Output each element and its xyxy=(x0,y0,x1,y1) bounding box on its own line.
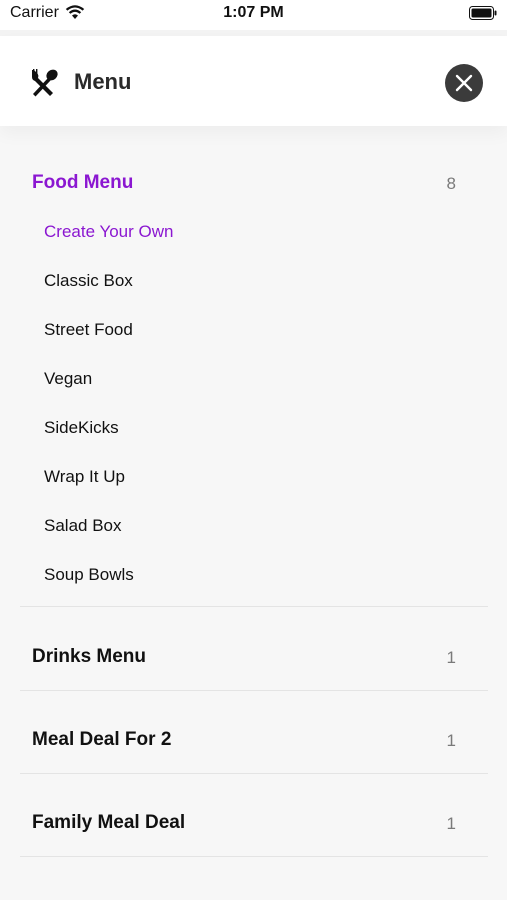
section-count: 1 xyxy=(446,648,456,667)
section-drinks-menu[interactable]: Drinks Menu 1 xyxy=(32,646,472,676)
section-title: Meal Deal For 2 xyxy=(32,729,172,750)
divider xyxy=(20,773,488,774)
section-count: 1 xyxy=(446,814,456,833)
battery-icon xyxy=(469,6,497,20)
section-family-meal-deal[interactable]: Family Meal Deal 1 xyxy=(32,812,472,842)
menu-item-street-food[interactable]: Street Food xyxy=(44,320,133,340)
menu-item-classic-box[interactable]: Classic Box xyxy=(44,271,133,291)
divider xyxy=(20,856,488,857)
section-meal-deal-for-2[interactable]: Meal Deal For 2 1 xyxy=(32,729,472,759)
cutlery-icon xyxy=(32,69,58,97)
section-title: Drinks Menu xyxy=(32,646,147,667)
section-title: Food Menu xyxy=(32,172,134,193)
menu-item-wrap-it-up[interactable]: Wrap It Up xyxy=(44,467,125,487)
section-count: 8 xyxy=(446,174,456,193)
divider xyxy=(20,606,488,607)
menu-item-create-your-own[interactable]: Create Your Own xyxy=(44,222,173,242)
menu-item-vegan[interactable]: Vegan xyxy=(44,369,92,389)
section-title: Family Meal Deal xyxy=(32,812,186,833)
divider xyxy=(20,690,488,691)
section-food-menu[interactable]: Food Menu 8 xyxy=(32,172,472,202)
status-bar: Carrier 1:07 PM xyxy=(0,0,507,30)
menu-item-soup-bowls[interactable]: Soup Bowls xyxy=(44,565,134,585)
status-time: 1:07 PM xyxy=(223,4,284,21)
section-count: 1 xyxy=(446,731,456,750)
menu-item-sidekicks[interactable]: SideKicks xyxy=(44,418,119,438)
close-icon xyxy=(455,74,473,92)
page-title: Menu xyxy=(74,69,132,94)
menu-item-salad-box[interactable]: Salad Box xyxy=(44,516,122,536)
close-button[interactable] xyxy=(445,64,483,102)
